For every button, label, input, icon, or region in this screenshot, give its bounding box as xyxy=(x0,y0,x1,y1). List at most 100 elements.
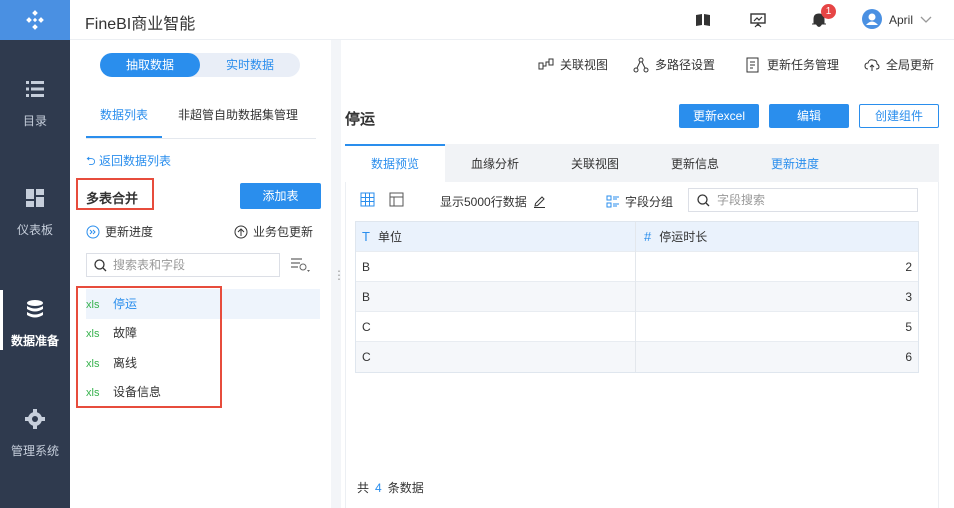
relation-view-label: 关联视图 xyxy=(560,58,609,72)
nav-item-dashboard[interactable]: 仪表板 xyxy=(0,187,70,238)
book-icon[interactable] xyxy=(694,11,712,29)
chevron-down-icon[interactable] xyxy=(920,14,932,24)
table-row: C 6 xyxy=(356,342,918,372)
row-count: 4 xyxy=(375,481,382,495)
table-cell: 2 xyxy=(905,260,912,274)
grid-view-icon[interactable] xyxy=(360,192,375,207)
tab-divider xyxy=(86,138,316,139)
table-cell: B xyxy=(356,252,636,282)
table-header-row: T 单位 # 停运时长 xyxy=(356,222,918,252)
column-name: 单位 xyxy=(377,230,402,244)
column-name: 停运时长 xyxy=(659,230,708,244)
top-bar: FineBI商业智能 1 April xyxy=(70,0,954,40)
task-list-icon xyxy=(746,57,759,72)
show-rows-label: 显示5000行数据 xyxy=(440,195,527,209)
list-icon xyxy=(26,81,44,97)
database-icon xyxy=(27,300,43,318)
table-row: B 2 xyxy=(356,252,918,282)
avatar[interactable] xyxy=(862,9,882,29)
panel-view-icon[interactable] xyxy=(389,192,404,207)
mode-toggle[interactable]: 抽取数据 实时数据 xyxy=(100,53,300,77)
nav-label-data-prep: 数据准备 xyxy=(10,334,59,348)
user-name[interactable]: April xyxy=(889,13,913,27)
field-search-placeholder: 字段搜索 xyxy=(717,193,766,207)
table-search-input[interactable]: 搜索表和字段 xyxy=(86,253,280,277)
table-cell: C xyxy=(356,342,636,372)
table-cell: 5 xyxy=(905,320,912,334)
back-to-list-link[interactable]: ⮌ 返回数据列表 xyxy=(86,152,171,173)
search-icon xyxy=(697,194,710,207)
nav-item-catalog[interactable]: 目录 xyxy=(0,78,70,129)
notification-badge: 1 xyxy=(821,4,836,19)
multipath-icon xyxy=(633,57,649,72)
cloud-update-icon xyxy=(864,58,880,71)
update-progress-button[interactable]: 更新进度 xyxy=(86,223,153,240)
package-update-label: 业务包更新 xyxy=(253,225,314,239)
group-title: 多表合并 xyxy=(76,178,154,210)
tab-relation-view[interactable]: 关联视图 xyxy=(545,144,645,182)
table-cell: 6 xyxy=(905,350,912,364)
nav-label-dashboard: 仪表板 xyxy=(16,223,53,237)
back-arrow-icon: ⮌ xyxy=(86,154,99,168)
table-cell: C xyxy=(356,312,636,342)
add-table-button[interactable]: 添加表 xyxy=(240,183,321,209)
gear-icon xyxy=(25,409,45,429)
nav-label-admin: 管理系统 xyxy=(10,444,59,458)
search-icon xyxy=(94,259,107,272)
global-update-button[interactable]: 全局更新 xyxy=(864,56,934,73)
upload-icon xyxy=(234,225,248,238)
nav-label-catalog: 目录 xyxy=(22,114,47,128)
relation-view-button[interactable]: 关联视图 xyxy=(538,56,608,73)
detail-tabs: 数据预览 血缘分析 关联视图 更新信息 更新进度 xyxy=(345,144,939,182)
table-list-highlight xyxy=(76,286,222,408)
realtime-data-toggle[interactable]: 实时数据 xyxy=(200,53,300,77)
field-search-input[interactable]: 字段搜索 xyxy=(688,188,918,212)
table-row: C 5 xyxy=(356,312,918,342)
table-row: B 3 xyxy=(356,282,918,312)
tab-update-info[interactable]: 更新信息 xyxy=(645,144,745,182)
update-task-button[interactable]: 更新任务管理 xyxy=(745,56,839,73)
multipath-button[interactable]: 多路径设置 xyxy=(633,56,715,73)
filter-icon[interactable] xyxy=(290,256,312,274)
column-header-duration[interactable]: # 停运时长 xyxy=(636,222,918,252)
text-type-icon: T xyxy=(362,229,370,244)
update-progress-label: 更新进度 xyxy=(105,225,154,239)
data-preview-table: T 单位 # 停运时长 B 2 B 3 C 5 C 6 xyxy=(355,221,919,373)
field-group-button[interactable]: 字段分组 xyxy=(606,193,673,210)
row-count-footer: 共 4 条数据 xyxy=(357,479,424,496)
column-header-unit[interactable]: T 单位 xyxy=(356,222,636,252)
left-nav: 目录 仪表板 数据准备 管理系统 xyxy=(0,0,70,508)
table-cell: 3 xyxy=(905,290,912,304)
relation-icon xyxy=(538,58,554,69)
table-cell: B xyxy=(356,282,636,312)
nav-item-data-prep[interactable]: 数据准备 xyxy=(0,290,70,350)
tab-data-list[interactable]: 数据列表 xyxy=(100,106,148,123)
tab-lineage[interactable]: 血缘分析 xyxy=(445,144,545,182)
extract-data-toggle[interactable]: 抽取数据 xyxy=(100,53,200,77)
edit-button[interactable]: 编辑 xyxy=(769,104,849,128)
footer-prefix: 共 xyxy=(357,481,370,495)
update-task-label: 更新任务管理 xyxy=(767,58,840,72)
package-update-button[interactable]: 业务包更新 xyxy=(234,223,313,240)
drag-handle-icon[interactable]: ⋮ xyxy=(333,268,345,282)
presentation-icon[interactable] xyxy=(749,11,767,29)
field-group-label: 字段分组 xyxy=(625,195,674,209)
field-group-icon xyxy=(606,195,619,207)
nav-item-admin[interactable]: 管理系统 xyxy=(0,408,70,459)
multipath-label: 多路径设置 xyxy=(655,58,716,72)
update-excel-button[interactable]: 更新excel xyxy=(679,104,759,128)
create-component-button[interactable]: 创建组件 xyxy=(859,104,939,128)
app-title: FineBI商业智能 xyxy=(85,16,196,33)
pencil-icon[interactable] xyxy=(533,195,546,208)
dataset-title: 停运 xyxy=(345,111,376,128)
global-update-label: 全局更新 xyxy=(886,58,935,72)
user-icon xyxy=(866,13,878,25)
number-type-icon: # xyxy=(644,229,652,244)
tab-data-preview[interactable]: 数据预览 xyxy=(345,144,445,182)
show-rows-control[interactable]: 显示5000行数据 xyxy=(440,193,546,210)
table-search-placeholder: 搜索表和字段 xyxy=(113,258,186,272)
tab-update-progress[interactable]: 更新进度 xyxy=(745,144,845,182)
tab-self-service-management[interactable]: 非超管自助数据集管理 xyxy=(178,106,298,123)
logo[interactable] xyxy=(0,0,70,40)
footer-suffix: 条数据 xyxy=(387,481,424,495)
